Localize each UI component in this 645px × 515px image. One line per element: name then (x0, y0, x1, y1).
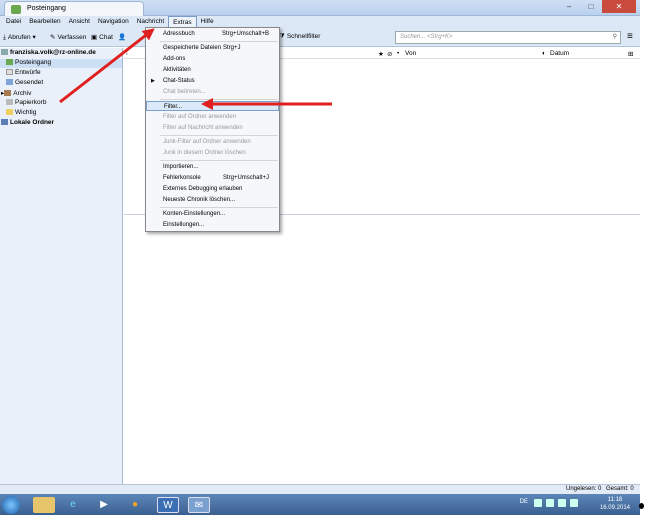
annotation-arrows (59, 28, 332, 110)
arrow-to-extras-menu (59, 28, 155, 104)
cursor-dot (639, 503, 644, 509)
